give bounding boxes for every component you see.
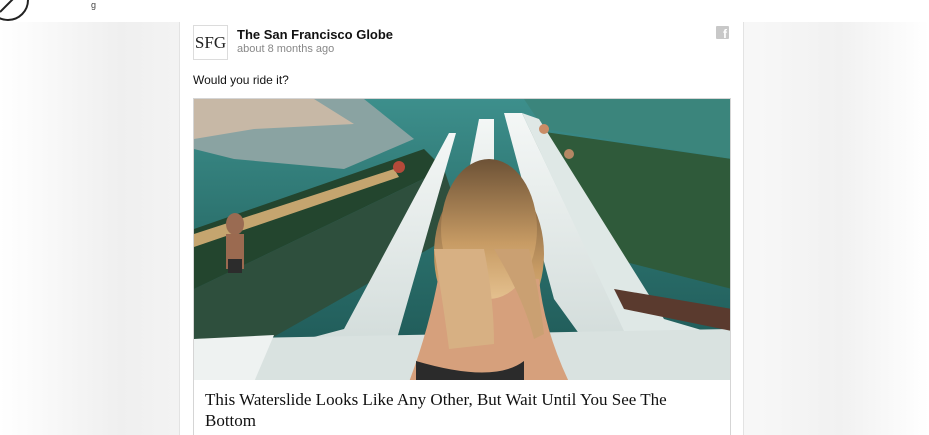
page-name-link[interactable]: The San Francisco Globe <box>237 27 393 42</box>
logo-icon <box>0 0 29 21</box>
avatar-text: SFG <box>194 32 227 52</box>
post-timestamp[interactable]: about 8 months ago <box>237 43 334 55</box>
page-avatar[interactable]: SFG <box>193 25 228 60</box>
link-headline[interactable]: This Waterslide Looks Like Any Other, Bu… <box>205 389 720 431</box>
corner-mark: g <box>91 0 97 10</box>
facebook-post-card: SFG The San Francisco Globe about 8 mont… <box>179 22 744 435</box>
post-image-waterslide[interactable] <box>193 98 731 381</box>
link-preview[interactable]: This Waterslide Looks Like Any Other, Bu… <box>193 380 731 435</box>
top-strip: g <box>0 0 929 22</box>
facebook-icon[interactable]: f <box>716 26 729 40</box>
post-message: Would you ride it? <box>193 73 289 87</box>
